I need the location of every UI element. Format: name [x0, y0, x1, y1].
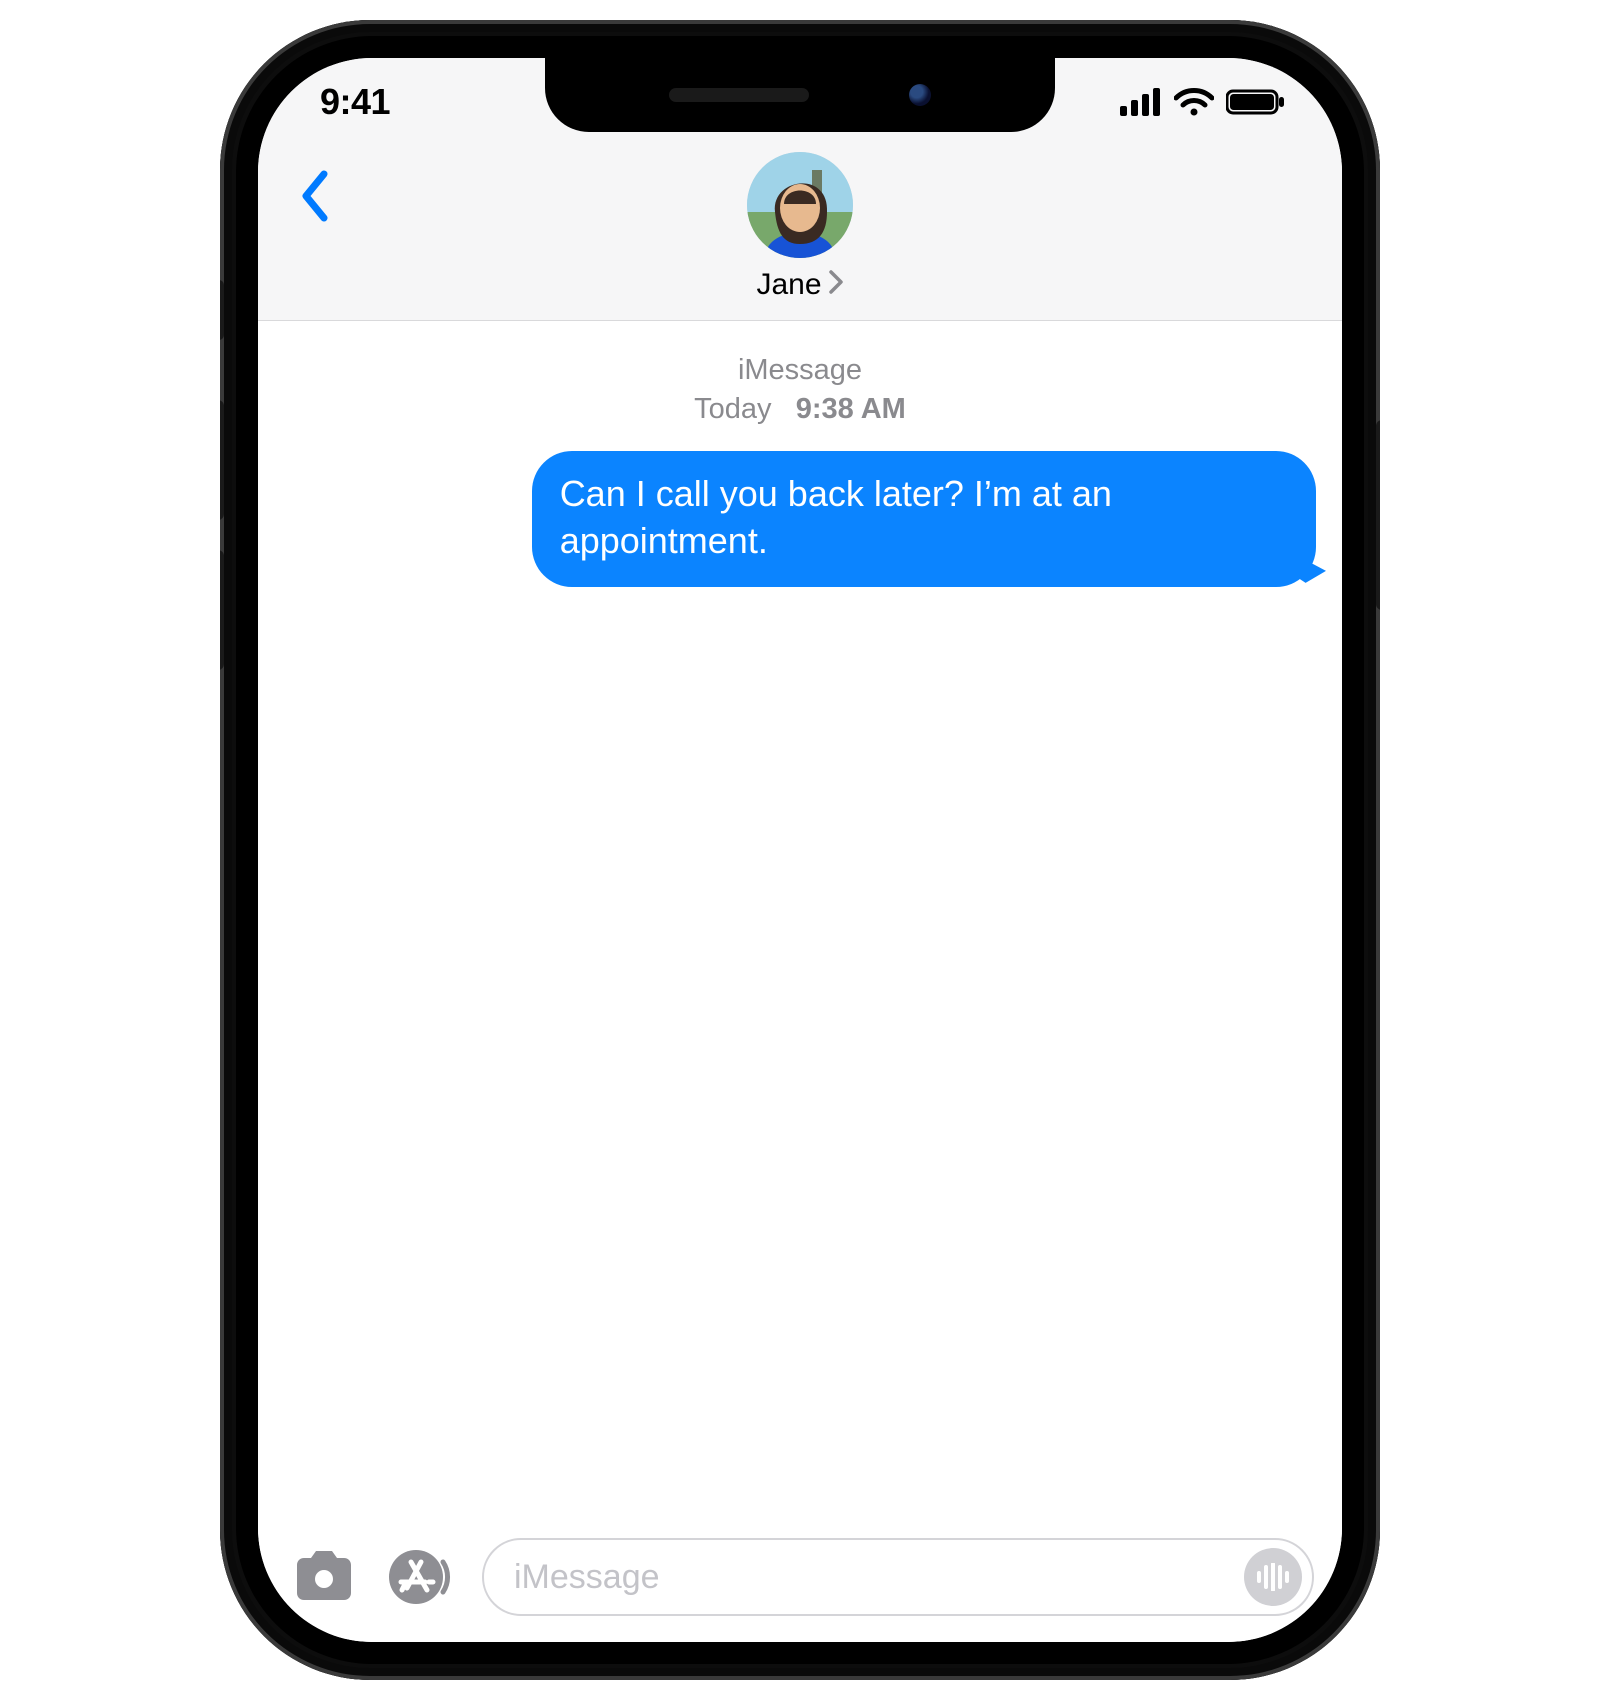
chevron-right-icon: [828, 269, 844, 301]
message-thread[interactable]: iMessage Today 9:38 AM Can I call you ba…: [258, 321, 1342, 1520]
battery-icon: [1226, 88, 1286, 116]
phone-device-frame: 9:41: [220, 20, 1380, 1680]
mute-switch: [220, 280, 224, 340]
phone-screen: 9:41: [258, 58, 1342, 1642]
thread-timestamp-prefix: Today: [694, 393, 771, 425]
status-indicators: [1026, 88, 1286, 116]
avatar-image: [747, 152, 853, 258]
contact-name-label: Jane: [756, 268, 821, 302]
compose-bar: iMessage: [258, 1520, 1342, 1642]
wifi-icon: [1174, 88, 1214, 116]
contact-avatar[interactable]: [747, 152, 853, 258]
camera-button[interactable]: [286, 1539, 362, 1615]
voice-record-button[interactable]: [1244, 1548, 1302, 1606]
volume-down-button: [220, 550, 224, 670]
message-row: Can I call you back later? I’m at an app…: [284, 451, 1316, 587]
status-time: 9:41: [320, 81, 580, 123]
message-input[interactable]: iMessage: [482, 1538, 1314, 1616]
outgoing-message-bubble[interactable]: Can I call you back later? I’m at an app…: [532, 451, 1316, 587]
thread-channel-label: iMessage: [284, 351, 1316, 390]
conversation-header: Jane: [258, 146, 1342, 321]
thread-timestamp-time: 9:38 AM: [796, 393, 906, 425]
app-store-icon: [387, 1542, 457, 1612]
message-input-placeholder: iMessage: [514, 1558, 1244, 1597]
camera-icon: [291, 1551, 357, 1603]
thread-timestamp: iMessage Today 9:38 AM: [284, 351, 1316, 429]
device-notch: [545, 58, 1055, 132]
volume-up-button: [220, 400, 224, 520]
contact-name-button[interactable]: Jane: [756, 268, 843, 302]
audio-waveform-icon: [1256, 1563, 1290, 1591]
earpiece-speaker: [669, 88, 809, 102]
power-button: [1376, 420, 1380, 610]
front-camera: [909, 84, 931, 106]
cellular-signal-icon: [1120, 88, 1162, 116]
chevron-left-icon: [298, 170, 334, 222]
app-store-apps-button[interactable]: [384, 1539, 460, 1615]
back-button[interactable]: [284, 164, 348, 228]
